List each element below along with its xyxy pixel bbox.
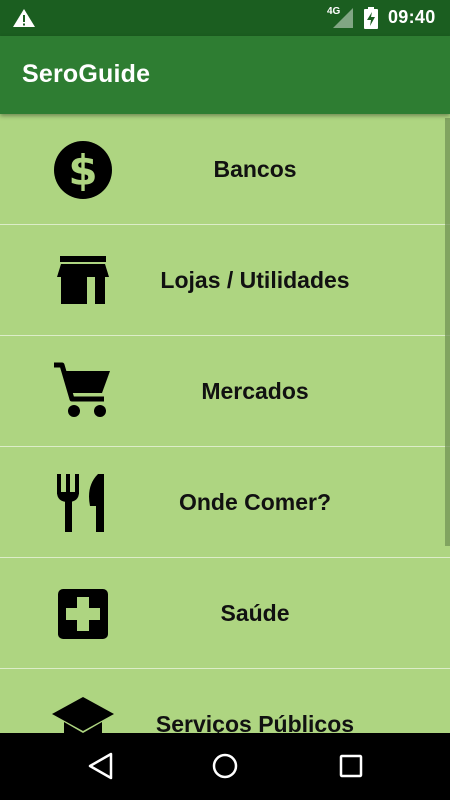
recent-apps-icon[interactable] xyxy=(336,751,366,781)
menu-item-label: Serviços Públicos xyxy=(155,710,355,734)
app-bar: SeroGuide xyxy=(0,36,450,114)
menu-item-lojas[interactable]: Lojas / Utilidades xyxy=(0,225,450,336)
battery-charging-icon xyxy=(364,7,378,29)
menu-item-onde-comer[interactable]: Onde Comer? xyxy=(0,447,450,558)
menu-item-mercados[interactable]: Mercados xyxy=(0,336,450,447)
warning-icon xyxy=(13,9,35,27)
menu-item-label: Saúde xyxy=(220,599,290,626)
menu-item-label: Bancos xyxy=(213,155,297,182)
signal-icon xyxy=(333,8,353,28)
menu-item-label: Mercados xyxy=(201,377,309,404)
menu-item-servicos-publicos[interactable]: Serviços Públicos xyxy=(0,669,450,733)
category-list[interactable]: $ Bancos Lojas / Utilidades Mercados Ond… xyxy=(0,114,450,733)
menu-item-saude[interactable]: Saúde xyxy=(0,558,450,669)
back-icon[interactable] xyxy=(86,751,116,781)
list-scrollbar[interactable] xyxy=(445,118,450,546)
status-bar: 4G 09:40 xyxy=(0,0,450,36)
menu-item-label: Onde Comer? xyxy=(178,488,332,515)
status-clock: 09:40 xyxy=(388,7,436,27)
menu-item-label: Lojas / Utilidades xyxy=(160,266,350,293)
system-navigation-bar xyxy=(0,733,450,800)
home-icon[interactable] xyxy=(210,751,240,781)
app-title: SeroGuide xyxy=(22,60,151,88)
menu-item-bancos[interactable]: $ Bancos xyxy=(0,114,450,225)
